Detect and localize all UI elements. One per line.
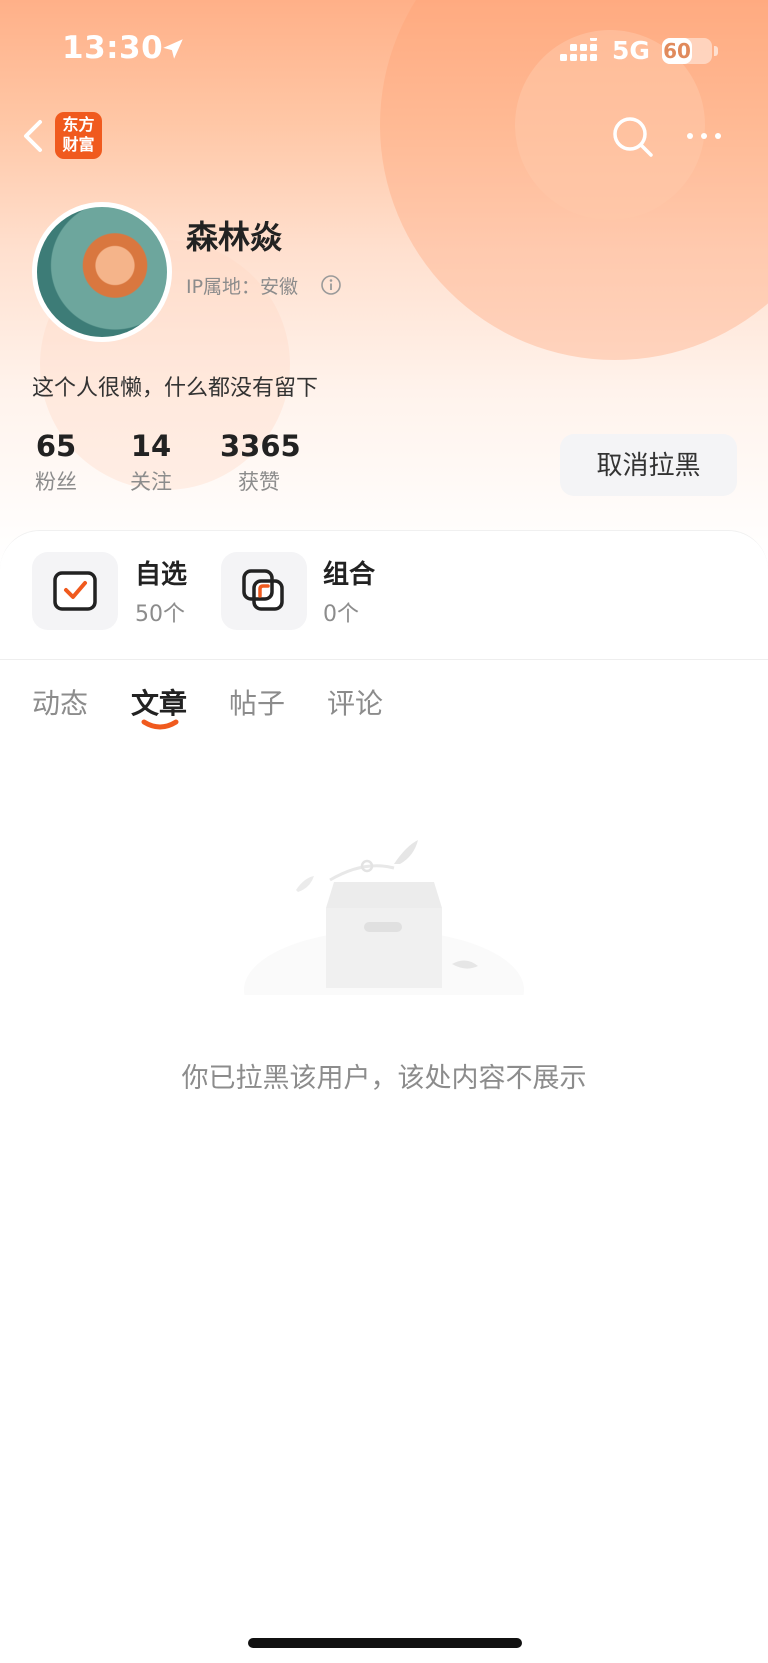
more-icon[interactable] <box>682 118 726 154</box>
app-logo: 东方 财富 <box>55 112 102 159</box>
stat-fans[interactable]: 65 粉丝 <box>30 428 82 500</box>
status-bar: 13:30 5G 60 <box>0 0 768 100</box>
home-indicator[interactable] <box>248 1638 522 1648</box>
watchlist-check-icon <box>53 571 97 611</box>
unblock-button[interactable]: 取消拉黑 <box>560 434 737 496</box>
content-card <box>0 530 768 1663</box>
combo-title[interactable]: 组合 <box>323 554 375 591</box>
tab-comments[interactable]: 评论 <box>327 682 383 722</box>
battery-level: 60 <box>662 38 692 64</box>
status-time: 13:30 <box>62 30 164 66</box>
username: 森林焱 <box>186 218 283 256</box>
stat-value: 3365 <box>220 429 301 463</box>
avatar[interactable] <box>32 202 172 342</box>
combo-count: 0个 <box>323 602 359 627</box>
battery-icon: 60 <box>662 38 712 64</box>
stat-label: 获赞 <box>238 470 280 494</box>
logo-text-line2: 财富 <box>62 135 95 154</box>
network-type: 5G <box>612 36 650 65</box>
active-tab-indicator <box>141 719 179 730</box>
stat-value: 65 <box>35 429 77 463</box>
empty-box-icon <box>234 840 534 1010</box>
stat-label: 关注 <box>130 470 172 494</box>
stat-following[interactable]: 14 关注 <box>126 428 176 500</box>
location-arrow-icon <box>163 39 183 59</box>
tab-posts[interactable]: 帖子 <box>229 682 285 722</box>
watchlist-count: 50个 <box>135 602 185 627</box>
ip-location: IP属地：安徽 <box>186 276 299 298</box>
combo-squares-icon <box>242 569 284 611</box>
watchlist-title[interactable]: 自选 <box>135 554 187 591</box>
stat-label: 粉丝 <box>35 470 77 494</box>
logo-text-line1: 东方 <box>62 115 95 134</box>
signal-icon <box>560 38 597 61</box>
stat-value: 14 <box>130 429 172 463</box>
empty-state-message: 你已拉黑该用户，该处内容不展示 <box>181 1063 587 1094</box>
tab-dynamics[interactable]: 动态 <box>32 682 88 722</box>
tab-articles[interactable]: 文章 <box>131 682 187 722</box>
back-icon[interactable] <box>18 116 48 156</box>
bio: 这个人很懒，什么都没有留下 <box>32 376 319 401</box>
combo-button[interactable] <box>221 552 307 630</box>
watchlist-button[interactable] <box>32 552 118 630</box>
stat-likes: 3365 获赞 <box>220 428 301 500</box>
divider <box>0 659 768 660</box>
search-icon[interactable] <box>610 114 656 160</box>
battery-tip <box>714 46 718 56</box>
info-icon[interactable] <box>320 274 342 296</box>
